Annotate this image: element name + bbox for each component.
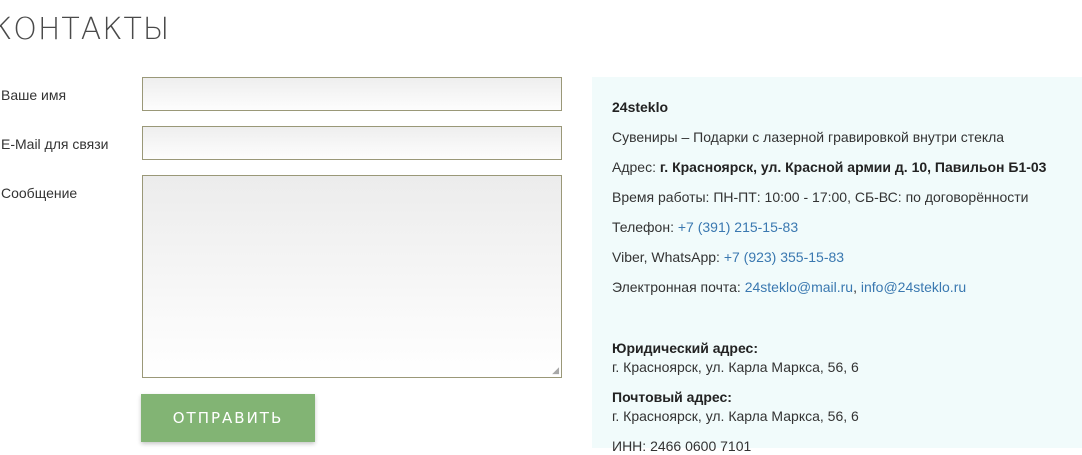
inn-line: ИНН: 2466 0600 7101 xyxy=(612,438,752,454)
messenger-line: Viber, WhatsApp: +7 (923) 355-15-83 xyxy=(612,248,844,266)
email-separator: , xyxy=(853,279,861,295)
contact-info-panel: 24steklo Сувениры – Подарки с лазерной г… xyxy=(592,77,1082,454)
legal-address-label: Юридический адрес: xyxy=(612,339,758,357)
submit-button[interactable]: ОТПРАВИТЬ xyxy=(141,394,315,442)
message-textarea[interactable] xyxy=(142,175,562,378)
email-label: E-Mail для связи xyxy=(1,136,109,152)
address-value: г. Красноярск, ул. Красной армии д. 10, … xyxy=(659,159,1047,175)
postal-address-label: Почтовый адрес: xyxy=(612,388,732,406)
page-title: КОНТАКТЫ xyxy=(0,12,171,47)
address-line: Адрес: г. Красноярск, ул. Красной армии … xyxy=(612,158,1046,176)
message-label: Сообщение xyxy=(1,185,78,201)
phone-line: Телефон: +7 (391) 215-15-83 xyxy=(612,218,798,236)
postal-address-value: г. Красноярск, ул. Карла Маркса, 56, 6 xyxy=(612,408,859,424)
name-label: Ваше имя xyxy=(1,87,67,103)
messenger-phone-link[interactable]: +7 (923) 355-15-83 xyxy=(724,249,844,265)
company-name: 24steklo xyxy=(612,98,668,116)
email-primary-link[interactable]: 24steklo@mail.ru xyxy=(745,279,853,295)
name-input[interactable] xyxy=(142,77,562,111)
postal-address-label-text: Почтовый адрес: xyxy=(612,389,732,405)
company-name-text: 24steklo xyxy=(612,99,669,115)
email-secondary-link[interactable]: info@24steklo.ru xyxy=(861,279,966,295)
company-tagline: Сувениры – Подарки с лазерной гравировко… xyxy=(612,129,1005,145)
legal-address-value: г. Красноярск, ул. Карла Маркса, 56, 6 xyxy=(612,359,859,375)
email-contact-label: Электронная почта: xyxy=(612,279,745,295)
messenger-label: Viber, WhatsApp: xyxy=(612,249,724,265)
email-line: Электронная почта: 24steklo@mail.ru, inf… xyxy=(612,278,966,296)
address-label: Адрес: xyxy=(612,159,660,175)
phone-label: Телефон: xyxy=(612,219,678,235)
email-input[interactable] xyxy=(142,126,562,160)
legal-address-label-text: Юридический адрес: xyxy=(612,340,758,356)
phone-link[interactable]: +7 (391) 215-15-83 xyxy=(678,219,798,235)
working-hours: Время работы: ПН-ПТ: 10:00 - 17:00, СБ-В… xyxy=(612,189,1029,205)
